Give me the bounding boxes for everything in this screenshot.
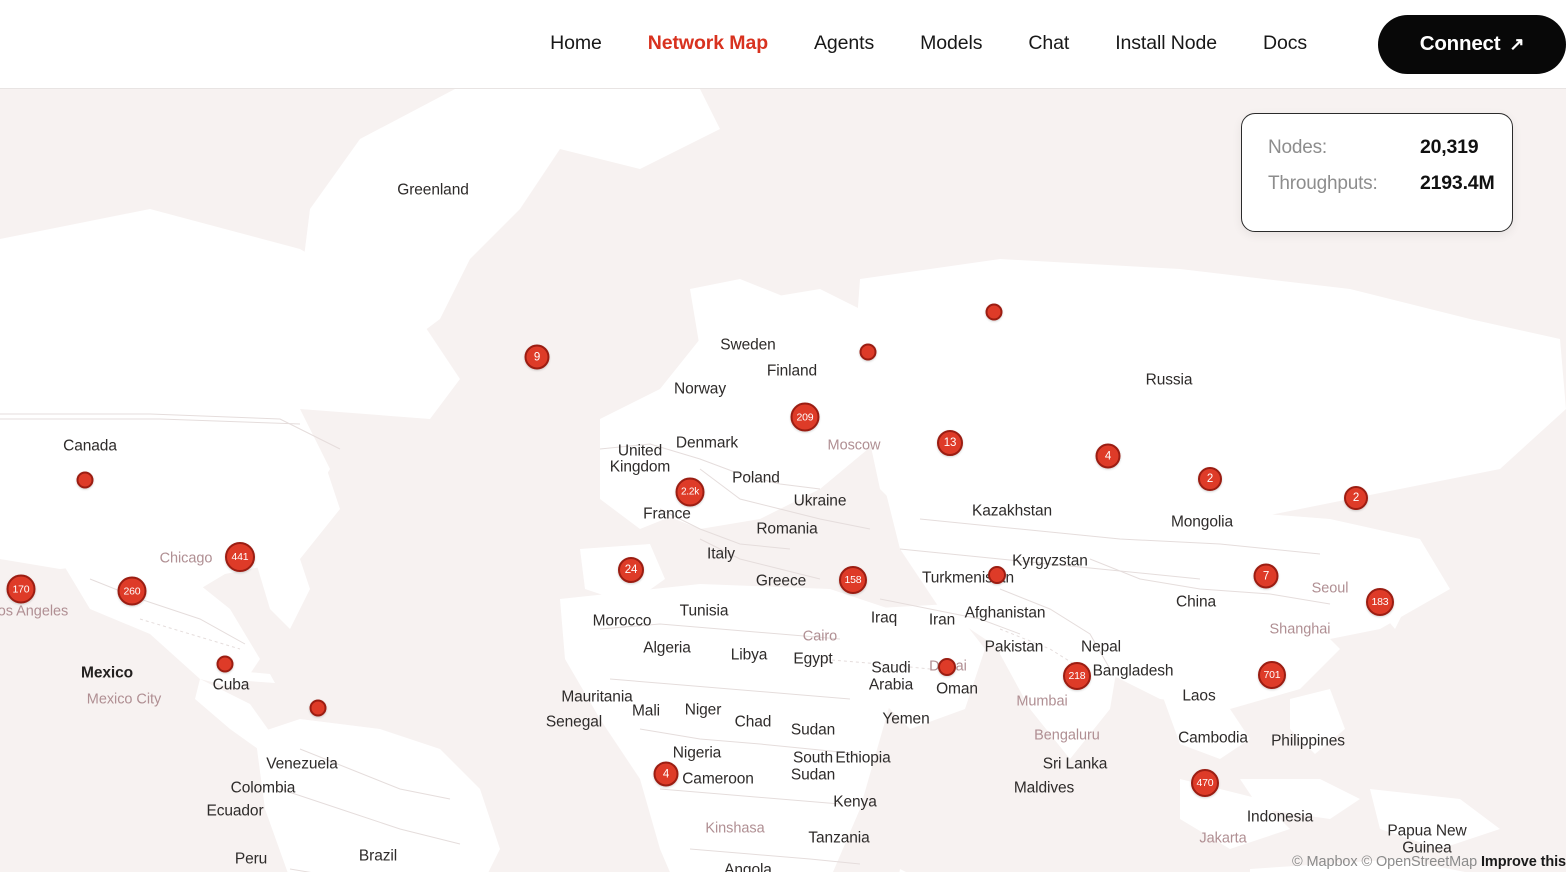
map-node-marker[interactable] bbox=[938, 658, 956, 676]
nav-link-network-map[interactable]: Network Map bbox=[625, 34, 791, 54]
map-node-cluster-marker[interactable]: 170 bbox=[6, 574, 36, 604]
nav-link-docs[interactable]: Docs bbox=[1240, 34, 1330, 54]
map-node-marker[interactable] bbox=[988, 566, 1006, 584]
map-node-cluster-marker[interactable]: 4 bbox=[1095, 443, 1121, 469]
map-node-marker[interactable] bbox=[216, 655, 234, 673]
nodes-label: Nodes: bbox=[1268, 137, 1328, 158]
map-node-cluster-marker[interactable]: 260 bbox=[117, 576, 147, 606]
map-node-cluster-marker[interactable]: 2 bbox=[1344, 486, 1368, 510]
nav-links: Home Network Map Agents Models Chat Install N… bbox=[527, 34, 1330, 54]
map-node-marker[interactable] bbox=[309, 699, 327, 717]
nodes-stat-row: Nodes: 20,319 bbox=[1268, 136, 1486, 159]
top-navigation-bar: Home Network Map Agents Models Chat Install N… bbox=[0, 0, 1566, 89]
map-node-cluster-marker[interactable]: 2.2k bbox=[675, 477, 705, 507]
map-attribution: © Mapbox © OpenStreetMap Improve this bbox=[1292, 854, 1566, 870]
map-node-marker[interactable] bbox=[985, 303, 1003, 321]
arrow-up-right-icon: ↗ bbox=[1509, 34, 1525, 54]
nav-link-agents[interactable]: Agents bbox=[791, 34, 897, 54]
map-node-cluster-marker[interactable]: 9 bbox=[524, 344, 550, 370]
nav-link-models[interactable]: Models bbox=[897, 34, 1005, 54]
map-node-cluster-marker[interactable]: 24 bbox=[618, 557, 644, 583]
map-node-cluster-marker[interactable]: 2 bbox=[1198, 467, 1222, 491]
throughputs-stat-row: Throughputs: 2193.4M bbox=[1268, 172, 1495, 195]
network-map-page: Home Network Map Agents Models Chat Install N… bbox=[0, 0, 1566, 872]
map-node-cluster-marker[interactable]: 158 bbox=[839, 566, 867, 594]
map-node-cluster-marker[interactable]: 7 bbox=[1253, 563, 1279, 589]
openstreetmap-attribution-link[interactable]: © OpenStreetMap bbox=[1361, 854, 1477, 870]
connect-button-label: Connect bbox=[1419, 32, 1501, 55]
map-node-cluster-marker[interactable]: 209 bbox=[790, 402, 820, 432]
nav-link-home[interactable]: Home bbox=[527, 34, 625, 54]
nav-link-install-node[interactable]: Install Node bbox=[1092, 34, 1240, 54]
throughputs-value: 2193.4M bbox=[1420, 172, 1495, 194]
throughputs-label: Throughputs: bbox=[1268, 173, 1378, 194]
map-node-cluster-marker[interactable]: 218 bbox=[1063, 662, 1091, 690]
map-node-cluster-marker[interactable]: 4 bbox=[653, 761, 679, 787]
map-node-cluster-marker[interactable]: 701 bbox=[1258, 661, 1286, 689]
map-node-cluster-marker[interactable]: 441 bbox=[225, 542, 255, 572]
map-node-cluster-marker[interactable]: 13 bbox=[937, 430, 963, 456]
map-node-cluster-marker[interactable]: 470 bbox=[1191, 769, 1219, 797]
connect-button[interactable]: Connect ↗ bbox=[1378, 14, 1566, 74]
mapbox-attribution-link[interactable]: © Mapbox bbox=[1292, 854, 1358, 870]
map-node-marker[interactable] bbox=[859, 343, 877, 361]
map-node-cluster-marker[interactable]: 183 bbox=[1366, 588, 1394, 616]
improve-map-link[interactable]: Improve this bbox=[1481, 854, 1566, 870]
map-node-marker[interactable] bbox=[76, 471, 94, 489]
network-stats-card: Nodes: 20,319 Throughputs: 2193.4M bbox=[1241, 113, 1513, 232]
nav-link-chat[interactable]: Chat bbox=[1005, 34, 1092, 54]
nodes-value: 20,319 bbox=[1420, 136, 1479, 158]
